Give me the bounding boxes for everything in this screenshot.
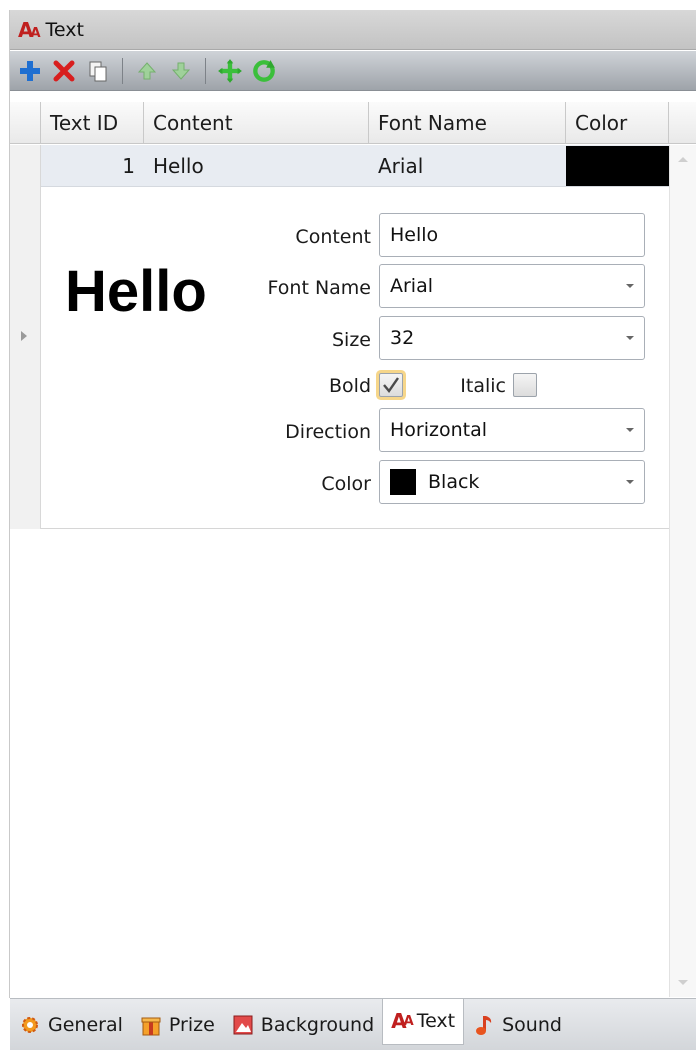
toolbar-separator	[205, 57, 206, 84]
size-label: Size	[331, 329, 371, 351]
tab-general[interactable]: General	[10, 1004, 131, 1046]
column-header-content[interactable]: Content	[144, 102, 369, 143]
font-name-dropdown[interactable]: Arial	[379, 264, 645, 308]
column-header-font-name[interactable]: Font Name	[369, 102, 566, 143]
size-value: 32	[390, 327, 415, 349]
move-icon[interactable]	[216, 57, 244, 85]
direction-value: Horizontal	[390, 419, 488, 441]
move-up-icon[interactable]	[133, 57, 161, 85]
bottom-tab-bar: General Prize Background AA Text Sound	[10, 998, 696, 1050]
tab-text-label: Text	[416, 1010, 456, 1032]
row-header[interactable]	[10, 145, 41, 529]
vertical-scrollbar[interactable]	[669, 145, 696, 997]
cell-content[interactable]: Hello	[144, 145, 369, 186]
cell-font-name[interactable]: Arial	[369, 145, 566, 186]
tab-prize[interactable]: Prize	[131, 1004, 223, 1046]
gift-icon	[139, 1013, 163, 1037]
bold-label: Bold	[329, 375, 371, 397]
add-icon[interactable]	[16, 57, 44, 85]
text-preview: Hello	[65, 259, 207, 324]
italic-label: Italic	[460, 375, 506, 397]
row-header-corner	[10, 102, 41, 143]
panel-title: Text	[45, 18, 84, 41]
chevron-down-icon	[626, 284, 634, 288]
bold-checkbox[interactable]	[379, 373, 403, 397]
text-font-icon: AA	[391, 1009, 414, 1033]
move-down-icon[interactable]	[167, 57, 195, 85]
content-label: Content	[295, 226, 371, 248]
italic-checkbox[interactable]	[513, 373, 537, 397]
tab-sound[interactable]: Sound	[464, 1004, 570, 1046]
delete-icon[interactable]	[50, 57, 78, 85]
chevron-down-icon	[626, 480, 634, 484]
checkmark-icon	[383, 377, 399, 393]
tab-text[interactable]: AA Text	[382, 998, 465, 1045]
scroll-up-arrow-icon[interactable]	[678, 157, 688, 162]
tab-prize-label: Prize	[168, 1013, 215, 1036]
copy-icon[interactable]	[84, 57, 112, 85]
row-detail-panel: Hello Content Hello Font Name Arial Size…	[41, 188, 669, 529]
font-name-value: Arial	[390, 275, 434, 297]
direction-dropdown[interactable]: Horizontal	[379, 408, 645, 452]
cell-text-id[interactable]: 1	[41, 145, 144, 186]
expand-arrow-icon[interactable]	[21, 331, 27, 341]
chevron-down-icon	[626, 428, 634, 432]
table-row[interactable]: 1 Hello Arial	[41, 145, 669, 187]
column-header-text-id[interactable]: Text ID	[41, 102, 144, 143]
content-field[interactable]: Hello	[379, 213, 645, 257]
size-dropdown[interactable]: 32	[379, 316, 645, 360]
text-font-icon: AA	[18, 17, 41, 42]
toolbar	[10, 51, 696, 91]
image-icon	[231, 1013, 255, 1037]
color-swatch	[390, 469, 416, 495]
direction-label: Direction	[285, 421, 371, 443]
color-label: Color	[321, 473, 371, 495]
tab-sound-label: Sound	[502, 1013, 562, 1036]
panel-title-bar: AA Text	[10, 10, 696, 50]
gear-icon	[18, 1013, 42, 1037]
toolbar-separator	[122, 57, 123, 84]
tab-background[interactable]: Background	[223, 1004, 382, 1046]
refresh-icon[interactable]	[250, 57, 278, 85]
music-note-icon	[472, 1013, 496, 1037]
tab-background-label: Background	[260, 1013, 375, 1036]
grid-header: Text ID Content Font Name Color	[10, 102, 696, 144]
chevron-down-icon	[626, 336, 634, 340]
color-value: Black	[428, 471, 480, 493]
scroll-down-arrow-icon[interactable]	[678, 980, 688, 985]
color-dropdown[interactable]: Black	[379, 460, 645, 504]
tab-general-label: General	[48, 1013, 123, 1036]
font-name-label: Font Name	[267, 277, 371, 299]
column-header-color[interactable]: Color	[566, 102, 669, 143]
cell-color-swatch[interactable]	[566, 145, 669, 186]
